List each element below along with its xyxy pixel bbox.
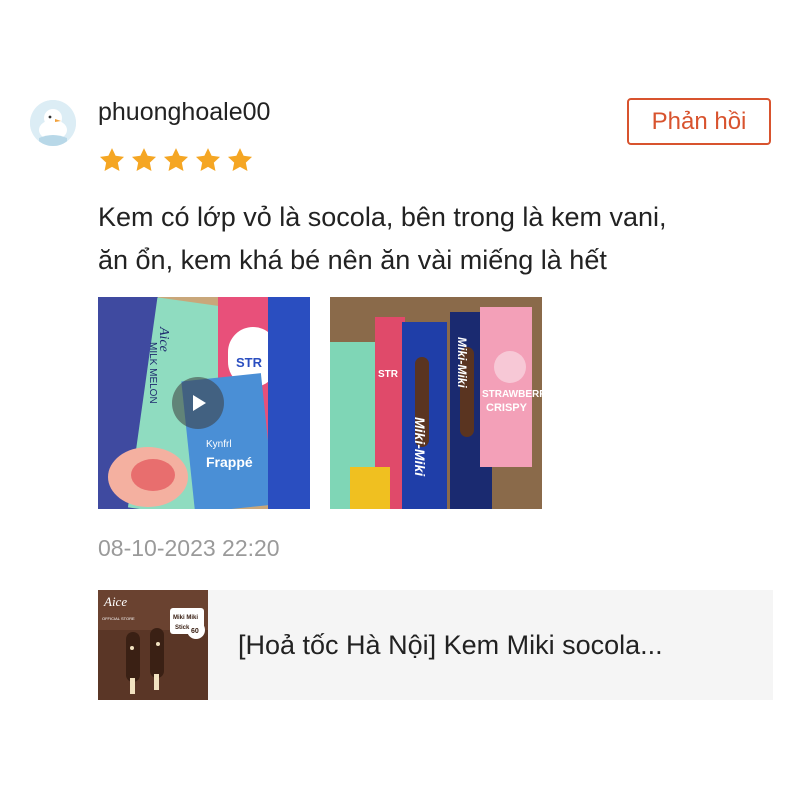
photo-label: STRAWBERR	[482, 389, 542, 400]
photo-label: Miki-Miki	[455, 337, 469, 388]
photo-label: STR	[378, 369, 399, 380]
product-thumb-label: OFFICIAL STORE	[102, 616, 135, 621]
review-text-line: ăn ổn, kem khá bé nên ăn vài miếng là hế…	[98, 245, 607, 275]
video-label: MILK MELON	[147, 342, 158, 404]
product-thumb-label: Stick	[175, 625, 190, 631]
review-video-thumbnail[interactable]: Aice MILK MELON STR Kynfrl Frappé	[98, 297, 310, 509]
video-label: STR	[236, 355, 263, 370]
ice-cream-box-image: Miki-Miki Miki-Miki STRAWBERR CRISPY STR	[330, 297, 542, 509]
product-card[interactable]: Aice Miki Miki Stick 60 OFFICIAL STORE […	[98, 590, 773, 700]
reviewer-avatar[interactable]	[30, 100, 76, 146]
product-title[interactable]: [Hoả tốc Hà Nội] Kem Miki socola...	[238, 630, 758, 661]
photo-label: Miki-Miki	[412, 417, 428, 477]
reply-button[interactable]: Phản hồi	[627, 98, 771, 145]
video-label: Frappé	[206, 454, 253, 470]
star-icon	[195, 148, 221, 171]
star-icon	[227, 148, 253, 171]
product-thumb-label: 60	[191, 628, 199, 635]
review-timestamp: 08-10-2023 22:20	[98, 535, 280, 561]
product-thumbnail: Aice Miki Miki Stick 60 OFFICIAL STORE	[98, 590, 208, 700]
reviewer-username[interactable]: phuonghoale00	[98, 98, 270, 127]
product-thumb-label: Miki Miki	[173, 615, 198, 621]
review-text-line: Kem có lớp vỏ là socola, bên trong là ke…	[98, 202, 667, 232]
photo-label: CRISPY	[486, 402, 528, 414]
play-icon	[193, 395, 206, 411]
star-icon	[163, 148, 189, 171]
duck-avatar-icon	[30, 100, 76, 146]
rating-stars	[98, 146, 254, 174]
play-button[interactable]	[172, 377, 224, 429]
video-label: Kynfrl	[206, 439, 232, 450]
review-photo-thumbnail[interactable]: Miki-Miki Miki-Miki STRAWBERR CRISPY STR	[330, 297, 542, 509]
review-text: Kem có lớp vỏ là socola, bên trong là ke…	[98, 196, 738, 282]
product-thumb-label: Aice	[103, 594, 127, 609]
star-icon	[131, 148, 157, 171]
star-icon	[99, 148, 125, 171]
product-image: Aice Miki Miki Stick 60 OFFICIAL STORE	[98, 590, 208, 700]
